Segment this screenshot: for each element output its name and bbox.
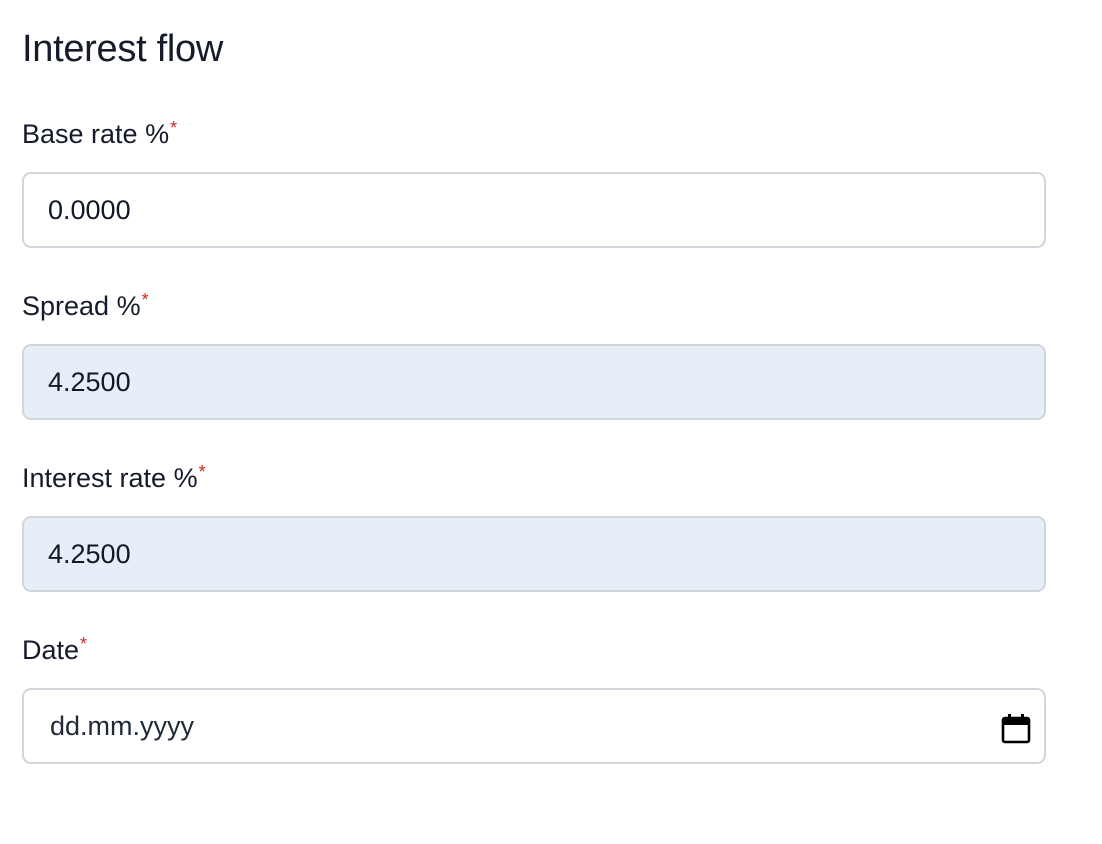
date-input[interactable]: dd.mm.yyyy	[22, 688, 1046, 764]
spread-field: Spread %* 4.2500	[22, 290, 1046, 420]
base-rate-field: Base rate %* 0.0000	[22, 118, 1046, 248]
required-asterisk: *	[80, 634, 88, 654]
base-rate-label-text: Base rate %	[22, 119, 170, 149]
date-placeholder: dd.mm.yyyy	[50, 711, 195, 741]
calendar-icon[interactable]	[1000, 712, 1032, 744]
date-label: Date*	[22, 634, 1046, 666]
date-field: Date* dd.mm.yyyy	[22, 634, 1046, 764]
page-title: Interest flow	[22, 28, 223, 70]
interest-rate-field: Interest rate %* 4.2500	[22, 462, 1046, 592]
required-asterisk: *	[170, 118, 178, 138]
base-rate-input[interactable]: 0.0000	[22, 172, 1046, 248]
spread-label: Spread %*	[22, 290, 1046, 322]
interest-rate-label: Interest rate %*	[22, 462, 1046, 494]
spread-label-text: Spread %	[22, 291, 141, 321]
interest-rate-label-text: Interest rate %	[22, 463, 198, 493]
date-label-text: Date	[22, 635, 80, 665]
spread-input[interactable]: 4.2500	[22, 344, 1046, 420]
spread-value: 4.2500	[48, 367, 131, 397]
required-asterisk: *	[198, 462, 206, 482]
interest-rate-input[interactable]: 4.2500	[22, 516, 1046, 592]
interest-rate-value: 4.2500	[48, 539, 131, 569]
base-rate-value: 0.0000	[48, 195, 131, 225]
required-asterisk: *	[141, 290, 149, 310]
base-rate-label: Base rate %*	[22, 118, 1046, 150]
